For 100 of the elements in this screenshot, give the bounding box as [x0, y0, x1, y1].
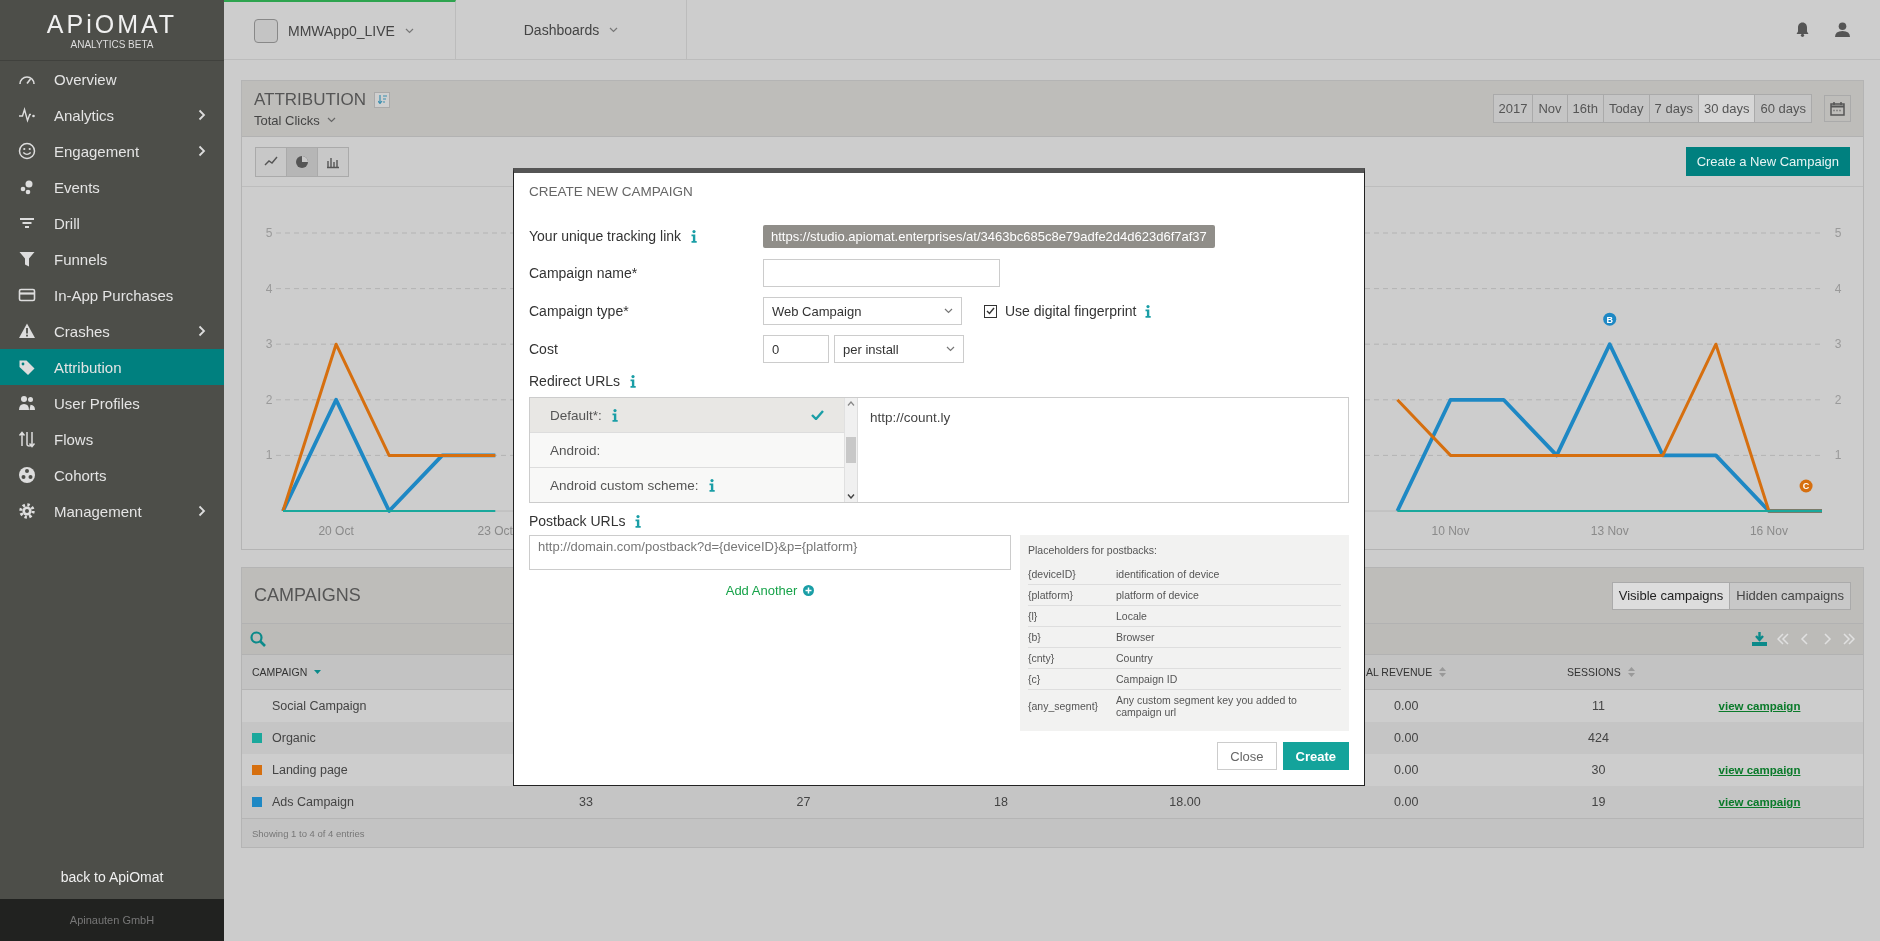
- date-range-button[interactable]: 7 days: [1649, 95, 1699, 122]
- logo-text: APiOMAT: [46, 10, 178, 37]
- metric-dropdown[interactable]: Total Clicks: [254, 112, 391, 128]
- previous-page-icon[interactable]: [1799, 633, 1811, 645]
- tag-icon: [18, 358, 36, 376]
- placeholder-description: identification of device: [1116, 568, 1220, 580]
- calendar-button[interactable]: [1824, 95, 1851, 122]
- placeholder-key: {cnty}: [1028, 652, 1116, 664]
- sort-icon: [377, 95, 387, 104]
- tracking-link-field: https://studio.apiomat.enterprises/at/3463bc685c8e79adfe2d4d623d6f7af37: [763, 224, 1215, 248]
- campaign-name: Organic: [272, 731, 316, 745]
- axis-label: 16 Nov: [1749, 524, 1788, 538]
- postback-url-input[interactable]: http://domain.com/postback?d={deviceID}&p={platform}: [529, 535, 1011, 570]
- date-range-button[interactable]: Nov: [1533, 95, 1568, 122]
- arrows-icon: [18, 430, 36, 448]
- info-icon: [635, 514, 642, 528]
- annotation-marker: C: [1799, 479, 1813, 493]
- date-range-button[interactable]: 16th: [1567, 95, 1604, 122]
- search-icon[interactable]: [250, 631, 266, 647]
- sidebar-item[interactable]: Cohorts: [0, 457, 224, 493]
- company-name: Apinauten GmbH: [69, 914, 155, 926]
- campaign-name: Ads Campaign: [272, 795, 354, 809]
- sort-button[interactable]: [374, 91, 391, 108]
- smiley-icon: [18, 142, 36, 160]
- caret-down-icon: [326, 117, 336, 123]
- chart-type-button[interactable]: [287, 147, 318, 176]
- entries-info: Showing 1 to 4 of 4 entries: [252, 827, 365, 839]
- axis-label: 10 Nov: [1431, 524, 1470, 538]
- field-label: Cost: [529, 341, 558, 357]
- add-another-link[interactable]: Add Another: [725, 583, 815, 598]
- cost-unit-select[interactable]: per install: [834, 335, 964, 363]
- sidebar-item[interactable]: Flows: [0, 421, 224, 457]
- download-icon[interactable]: [1752, 632, 1767, 646]
- check-icon: [986, 307, 995, 315]
- user-icon[interactable]: [1835, 22, 1850, 37]
- sidebar-item[interactable]: Crashes: [0, 313, 224, 349]
- checkbox-label: Use digital fingerprint: [1005, 303, 1137, 319]
- dashboards-dropdown[interactable]: Dashboards: [456, 0, 687, 59]
- close-button[interactable]: Close: [1217, 742, 1277, 770]
- view-campaign-link[interactable]: view campaign: [1718, 700, 1801, 712]
- campaign-name: Social Campaign: [272, 699, 367, 713]
- circle-dots-icon: [18, 466, 36, 484]
- info-icon: [691, 229, 698, 243]
- annotation-marker: B: [1603, 312, 1617, 326]
- app-selector[interactable]: MMWApp0_LIVE: [224, 0, 456, 59]
- pulse-icon: [18, 106, 36, 124]
- placeholder-key: {deviceID}: [1028, 568, 1116, 580]
- sidebar-item[interactable]: Management: [0, 493, 224, 529]
- date-range-button[interactable]: 60 days: [1755, 95, 1811, 122]
- table-cell: 30: [1591, 763, 1606, 777]
- column-header[interactable]: AL REVENUE: [1366, 666, 1433, 678]
- table-cell: 11: [1592, 699, 1605, 713]
- date-range-button[interactable]: Today: [1603, 95, 1650, 122]
- field-label: Your unique tracking link: [529, 228, 682, 244]
- sidebar-item[interactable]: Drill: [0, 205, 224, 241]
- sidebar-item[interactable]: Analytics: [0, 97, 224, 133]
- table-cell: 0.00: [1394, 795, 1419, 809]
- placeholder-description: Country: [1116, 652, 1153, 664]
- sidebar-item[interactable]: Engagement: [0, 133, 224, 169]
- campaign-type-select[interactable]: Web Campaign: [763, 297, 962, 325]
- sidebar-item[interactable]: Overview: [0, 61, 224, 97]
- last-page-icon[interactable]: [1843, 633, 1855, 645]
- users-icon: [18, 394, 36, 412]
- table-cell: 27: [796, 795, 811, 809]
- filter-tab[interactable]: Hidden campaigns: [1730, 582, 1850, 609]
- cost-input[interactable]: 0: [763, 335, 829, 363]
- filter-tab[interactable]: Visible campaigns: [1612, 582, 1731, 609]
- table-cell: 0.00: [1394, 763, 1419, 777]
- date-range-button[interactable]: 2017: [1493, 95, 1534, 122]
- next-page-icon[interactable]: [1821, 633, 1833, 645]
- sidebar-item[interactable]: Attribution: [0, 349, 224, 385]
- placeholder-key: {l}: [1028, 610, 1116, 622]
- sidebar-item[interactable]: Funnels: [0, 241, 224, 277]
- create-campaign-button[interactable]: Create a New Campaign: [1685, 147, 1850, 176]
- view-campaign-link[interactable]: view campaign: [1718, 764, 1801, 776]
- placeholder-description: Browser: [1116, 631, 1155, 643]
- back-link[interactable]: back to ApiOmat: [60, 869, 164, 885]
- placeholder-key: {any_segment}: [1028, 700, 1116, 712]
- field-label: Campaign type*: [529, 303, 629, 319]
- column-header[interactable]: SESSIONS: [1567, 666, 1621, 678]
- table-cell: 424: [1588, 731, 1609, 745]
- placeholder-key: {b}: [1028, 631, 1116, 643]
- campaign-name-input[interactable]: [763, 259, 1000, 287]
- table-cell: 18: [994, 795, 1008, 809]
- table-cell: 19: [1591, 795, 1606, 809]
- axis-label: 13 Nov: [1590, 524, 1629, 538]
- placeholder-key: {platform}: [1028, 589, 1116, 601]
- sidebar-item[interactable]: Events: [0, 169, 224, 205]
- section-label: Postback URLs: [529, 513, 626, 529]
- checkbox[interactable]: [984, 304, 997, 318]
- sidebar-item[interactable]: In-App Purchases: [0, 277, 224, 313]
- bell-icon[interactable]: [1796, 22, 1809, 37]
- placeholder-key: {c}: [1028, 673, 1116, 685]
- sidebar-item[interactable]: User Profiles: [0, 385, 224, 421]
- field-label: Campaign name*: [529, 265, 638, 281]
- axis-label: 20 Oct: [318, 524, 354, 538]
- calendar-icon: [1830, 101, 1845, 116]
- date-range-button[interactable]: 30 days: [1698, 95, 1756, 122]
- column-header[interactable]: CAMPAIGN: [252, 666, 308, 678]
- first-page-icon[interactable]: [1777, 633, 1789, 645]
